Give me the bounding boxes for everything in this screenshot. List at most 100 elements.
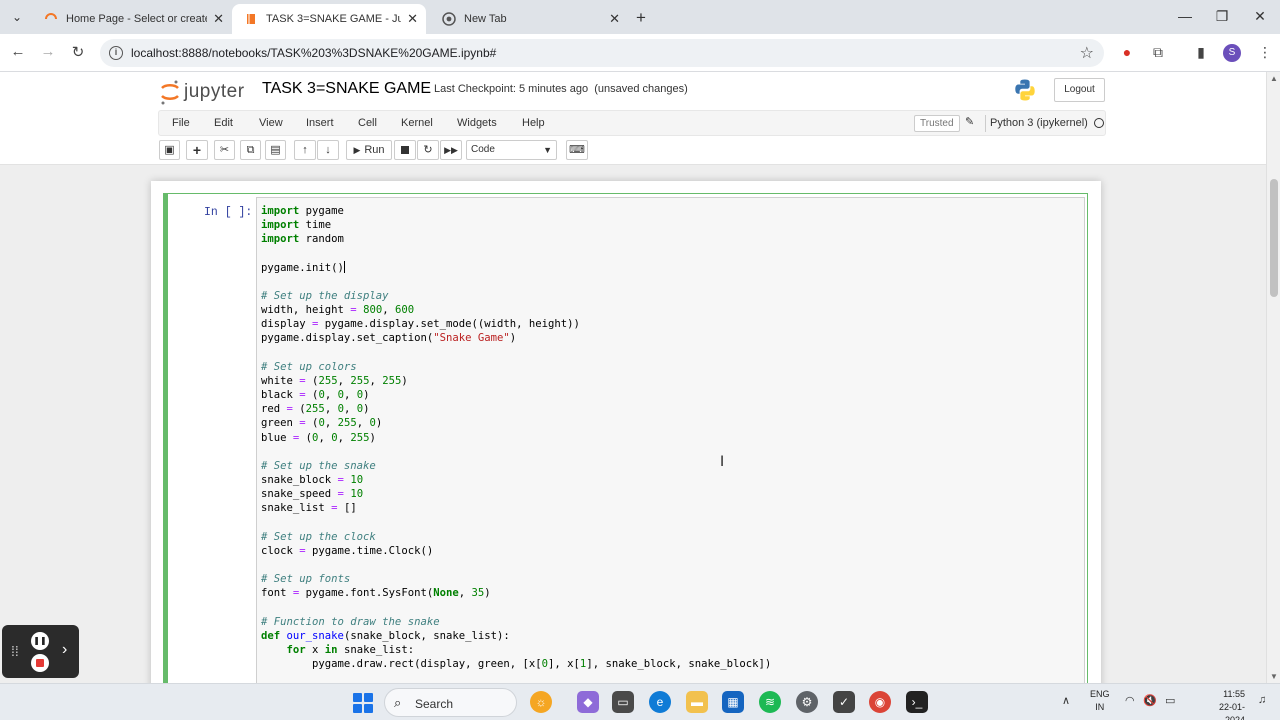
jupyter-book-icon bbox=[244, 12, 258, 26]
extensions-puzzle-icon[interactable]: ⧉ bbox=[1149, 44, 1167, 61]
side-panel-icon[interactable]: ▮ bbox=[1192, 44, 1210, 61]
scroll-up-arrow-icon[interactable]: ▲ bbox=[1270, 74, 1278, 83]
reload-icon[interactable]: ↻ bbox=[68, 43, 88, 61]
restart-button[interactable]: ↻ bbox=[417, 140, 439, 160]
record-extension-icon[interactable]: ● bbox=[1118, 44, 1136, 60]
code-line: white = (255, 255, 255) bbox=[261, 374, 408, 387]
menu-widgets[interactable]: Widgets bbox=[457, 117, 497, 129]
code-cell-selected[interactable]: In [ ]: import pygame import time import… bbox=[163, 193, 1088, 697]
minimize-icon[interactable]: — bbox=[1175, 8, 1195, 24]
edit-mode-pencil-icon: ✎ bbox=[965, 116, 975, 128]
scissors-icon: ✂ bbox=[219, 144, 230, 156]
paste-button[interactable]: ▤ bbox=[265, 140, 286, 160]
save-button[interactable]: ▣ bbox=[159, 140, 180, 160]
forward-arrow-icon[interactable]: → bbox=[38, 43, 58, 60]
cell-type-select[interactable]: Code ▼ bbox=[466, 140, 557, 160]
site-info-icon[interactable]: i bbox=[109, 46, 123, 60]
menu-kebab-icon[interactable]: ⋮ bbox=[1256, 44, 1274, 61]
widgets-weather-icon[interactable]: ☼ bbox=[530, 691, 552, 713]
logout-button[interactable]: Logout bbox=[1054, 78, 1105, 102]
menu-view[interactable]: View bbox=[259, 117, 283, 129]
stop-square-icon bbox=[401, 146, 409, 154]
taskbar-search-label: Search bbox=[415, 697, 454, 711]
code-line: snake_list = [] bbox=[261, 502, 357, 515]
menu-edit[interactable]: Edit bbox=[214, 117, 233, 129]
tray-expand-chevron-icon[interactable]: ∧ bbox=[1062, 694, 1070, 707]
page-scrollbar[interactable]: ▲ ▼ bbox=[1266, 72, 1280, 683]
checkpoint-text: Last Checkpoint: 5 minutes ago bbox=[434, 83, 589, 95]
code-line: black = (0, 0, 0) bbox=[261, 389, 370, 402]
code-editor[interactable]: import pygame import time import random … bbox=[256, 197, 1085, 697]
profile-avatar[interactable]: S bbox=[1223, 44, 1241, 62]
close-window-icon[interactable]: ✕ bbox=[1250, 8, 1270, 25]
copy-button[interactable]: ⧉ bbox=[240, 140, 261, 160]
code-text: import pygame import time import random … bbox=[261, 204, 771, 671]
code-line: blue = (0, 0, 255) bbox=[261, 431, 376, 444]
close-tab-icon[interactable]: ✕ bbox=[213, 11, 224, 27]
pause-recording-button[interactable]: ❚❚ bbox=[31, 632, 49, 650]
scrollbar-thumb[interactable] bbox=[1270, 179, 1278, 297]
jupyter-logo[interactable]: jupyter bbox=[160, 78, 245, 106]
drag-grip-icon[interactable]: ⁞⁞ bbox=[11, 643, 19, 659]
notebook-title[interactable]: TASK 3=SNAKE GAME bbox=[262, 80, 431, 98]
windows-start-icon[interactable] bbox=[353, 693, 373, 713]
restart-run-all-button[interactable]: ▶▶ bbox=[440, 140, 462, 160]
stop-recording-button[interactable] bbox=[31, 654, 49, 672]
copy-icon: ⧉ bbox=[246, 144, 255, 156]
bookmark-star-icon[interactable]: ☆ bbox=[1080, 43, 1094, 63]
microsoft-store-icon[interactable]: ▦ bbox=[722, 691, 744, 713]
menu-cell[interactable]: Cell bbox=[358, 117, 377, 129]
cut-button[interactable]: ✂ bbox=[214, 140, 235, 160]
trusted-badge[interactable]: Trusted bbox=[914, 115, 960, 132]
expand-chevron-icon[interactable]: › bbox=[62, 641, 67, 659]
taskbar-clock[interactable]: 11:55 22-01-2024 bbox=[1199, 688, 1245, 720]
maximize-icon[interactable]: ❐ bbox=[1212, 8, 1232, 25]
run-button[interactable]: ▶ Run bbox=[346, 140, 392, 160]
move-up-button[interactable]: ↑ bbox=[294, 140, 316, 160]
battery-icon[interactable]: ▭ bbox=[1165, 694, 1175, 707]
chevron-down-icon: ▼ bbox=[543, 145, 552, 155]
chrome-icon bbox=[442, 12, 456, 26]
code-line: def our_snake(snake_block, snake_list): bbox=[261, 629, 510, 642]
address-bar[interactable]: i localhost:8888/notebooks/TASK%203%3DSN… bbox=[100, 39, 1104, 67]
move-down-button[interactable]: ↓ bbox=[317, 140, 339, 160]
lang-code: ENG bbox=[1090, 689, 1110, 699]
terminal-icon[interactable]: ›_ bbox=[906, 691, 928, 713]
chrome-taskbar-icon[interactable]: ◉ bbox=[869, 691, 891, 713]
menu-kernel[interactable]: Kernel bbox=[401, 117, 433, 129]
back-arrow-icon[interactable]: ← bbox=[8, 43, 28, 60]
text-caret bbox=[343, 260, 345, 273]
spotify-icon[interactable]: ≋ bbox=[759, 691, 781, 713]
notebook-container: In [ ]: import pygame import time import… bbox=[151, 181, 1101, 697]
snipping-tool-icon[interactable]: ✓ bbox=[833, 691, 855, 713]
taskbar-search[interactable]: ⌕ Search bbox=[384, 688, 517, 717]
tab-new-tab[interactable]: New Tab ✕ bbox=[430, 4, 628, 34]
arrow-down-icon: ↓ bbox=[325, 144, 331, 156]
file-explorer-icon[interactable]: ▬ bbox=[686, 691, 708, 713]
scroll-down-arrow-icon[interactable]: ▼ bbox=[1270, 672, 1278, 681]
menu-file[interactable]: File bbox=[172, 117, 190, 129]
wifi-icon[interactable]: ◠ bbox=[1125, 694, 1135, 707]
settings-gear-icon[interactable]: ⚙ bbox=[796, 691, 818, 713]
notifications-bell-icon[interactable]: ♫ bbox=[1258, 694, 1266, 706]
command-palette-button[interactable]: ⌨ bbox=[566, 140, 588, 160]
close-tab-icon[interactable]: ✕ bbox=[609, 11, 620, 27]
mouse-ibeam-cursor-icon: I bbox=[720, 454, 725, 470]
menu-help[interactable]: Help bbox=[522, 117, 545, 129]
volume-muted-icon[interactable]: 🔇 bbox=[1143, 694, 1157, 707]
interrupt-button[interactable] bbox=[394, 140, 416, 160]
tab-search-chevron-icon[interactable]: ⌄ bbox=[6, 7, 28, 27]
clock-date: 22-01-2024 bbox=[1218, 702, 1245, 720]
menu-insert[interactable]: Insert bbox=[306, 117, 334, 129]
kernel-name[interactable]: Python 3 (ipykernel) bbox=[990, 117, 1088, 129]
tab-home-page[interactable]: Home Page - Select or create a notebook … bbox=[32, 4, 232, 34]
tab-snake-game[interactable]: TASK 3=SNAKE GAME - Jupyter Notebook ✕ bbox=[232, 4, 426, 34]
close-tab-icon[interactable]: ✕ bbox=[407, 11, 418, 27]
edge-browser-icon[interactable]: e bbox=[649, 691, 671, 713]
copilot-app-icon[interactable]: ◆ bbox=[577, 691, 599, 713]
new-tab-plus-icon[interactable]: + bbox=[632, 8, 650, 28]
language-indicator[interactable]: ENG IN bbox=[1090, 688, 1110, 714]
code-line: # Set up colors bbox=[261, 360, 357, 373]
insert-cell-button[interactable]: + bbox=[186, 140, 208, 160]
task-view-icon[interactable]: ▭ bbox=[612, 691, 634, 713]
